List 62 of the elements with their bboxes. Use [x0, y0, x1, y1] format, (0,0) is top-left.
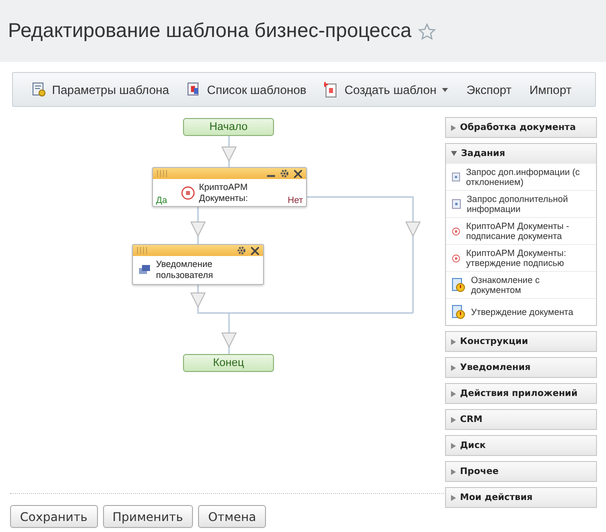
activity-item[interactable]: КриптоАРМ Документы: утверждение подписью [446, 244, 596, 271]
toolbar-button[interactable]: Параметры шаблона [23, 78, 178, 101]
drag-handle-icon[interactable] [157, 170, 169, 177]
section-header[interactable]: Уведомления [446, 358, 596, 377]
collapsed-arrow-icon [451, 338, 456, 344]
condition-block[interactable]: Да КриптоАРМ Документы: Нет [152, 167, 307, 207]
section-header[interactable]: Мои действия [446, 488, 596, 507]
end-node[interactable]: Конец [183, 354, 274, 372]
toolbar-button[interactable]: Создать шаблон [315, 78, 458, 102]
no-label: Нет [288, 195, 303, 205]
drag-handle-icon[interactable] [137, 247, 149, 254]
document-warning-icon [452, 278, 465, 292]
stamp-icon [452, 224, 460, 238]
section-header[interactable]: Конструкции [446, 332, 596, 351]
section-header[interactable]: Действия приложений [446, 384, 596, 403]
block-title: КриптоАРМ Документы: [199, 182, 249, 204]
notification-block[interactable]: Уведомление пользователя [132, 244, 264, 285]
activity-item[interactable]: Ознакомление с документом [446, 271, 596, 298]
collapsed-arrow-icon [451, 416, 456, 422]
section-header[interactable]: CRM [446, 410, 596, 429]
collapsed-arrow-icon [451, 390, 456, 396]
activity-item[interactable]: КриптоАРМ Документы - подписание документа [446, 217, 596, 244]
section-header[interactable]: Прочее [446, 462, 596, 481]
form-button[interactable]: Применить [102, 505, 194, 528]
settings-icon[interactable] [237, 246, 246, 255]
collapsed-arrow-icon [451, 442, 456, 448]
form-icon [452, 171, 460, 183]
connector [221, 134, 237, 167]
collapsed-arrow-icon [451, 364, 456, 370]
caret-icon [442, 88, 448, 92]
section-header[interactable]: Задания [446, 144, 596, 163]
list-icon [187, 82, 202, 97]
connector [190, 205, 206, 244]
section-header[interactable]: Диск [446, 436, 596, 455]
document-warning-icon [452, 305, 465, 319]
expanded-arrow-icon [451, 151, 457, 156]
activity-item[interactable]: Запрос доп.информации (с отклонением) [446, 163, 596, 190]
toolbar-button[interactable]: Импорт [520, 78, 580, 100]
form-button[interactable]: Отмена [198, 505, 266, 528]
close-icon[interactable] [294, 170, 302, 178]
toolbar-button[interactable]: Экспорт [457, 78, 521, 100]
form-icon [452, 198, 461, 210]
collapsed-arrow-icon [451, 494, 456, 500]
start-node[interactable]: Начало [183, 118, 274, 136]
new-document-icon [324, 82, 338, 98]
form-button[interactable]: Сохранить [10, 505, 98, 528]
section-header[interactable]: Обработка документа [446, 118, 596, 137]
page-title: Редактирование шаблона бизнес-процесса [8, 20, 412, 42]
yes-label: Да [156, 195, 168, 205]
block-title: Уведомление пользователя [156, 259, 214, 281]
toolbar-button[interactable]: Список шаблонов [178, 78, 316, 101]
activity-item[interactable]: Запрос дополнительной информации [446, 190, 596, 217]
collapsed-arrow-icon [451, 124, 456, 130]
star-icon[interactable] [418, 23, 436, 41]
settings-icon[interactable] [280, 169, 289, 178]
activity-item[interactable]: Утверждение документа [446, 298, 596, 325]
settings-icon [32, 82, 46, 97]
stamp-icon [181, 186, 195, 200]
collapsed-arrow-icon [451, 468, 456, 474]
message-icon [139, 265, 150, 275]
close-icon[interactable] [251, 246, 259, 254]
stamp-icon [452, 252, 460, 264]
